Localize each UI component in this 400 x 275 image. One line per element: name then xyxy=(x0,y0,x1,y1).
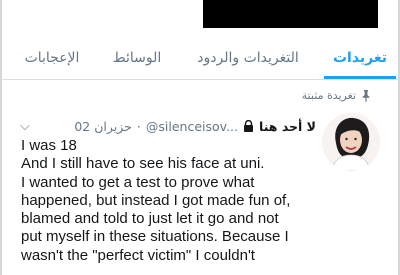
tweet-line: blamed and told to just let it go and no… xyxy=(21,210,279,228)
tab-media[interactable]: الوسائط xyxy=(96,37,178,79)
separator-dot: · xyxy=(136,118,141,134)
tweet-line: put myself in these situations. Because … xyxy=(21,228,289,246)
screenshot-frame: تغريدات التغريدات والردود الوسائط الإعجا… xyxy=(0,0,400,275)
tabs-divider xyxy=(2,79,398,80)
tab-likes[interactable]: الإعجابات xyxy=(8,37,96,79)
tweet-line: happened, but instead I got made fun of, xyxy=(21,191,291,209)
tweet-date[interactable]: 02 حزيران xyxy=(74,119,132,134)
tweet-display-name[interactable]: لا أحد هنا xyxy=(259,119,316,134)
tweet-header: ⌵ 02 حزيران · @silenceisov... لا أحد هنا xyxy=(20,116,316,136)
avatar[interactable] xyxy=(322,113,380,171)
chevron-down-icon[interactable]: ⌵ xyxy=(20,119,30,134)
pinned-label: تغريدة مثبتة xyxy=(301,89,356,102)
tweet-text: I was 18 And I still have to see his fac… xyxy=(21,137,321,265)
avatar-image xyxy=(322,113,380,171)
lock-icon xyxy=(244,120,253,132)
tweet-handle[interactable]: @silenceisov... xyxy=(146,119,238,134)
pinned-tweet-indicator: تغريدة مثبتة xyxy=(302,89,371,102)
pin-icon xyxy=(362,89,370,102)
tweet-line: And I still have to see his face at uni. xyxy=(21,155,265,173)
tab-tweets[interactable]: تغريدات xyxy=(318,37,398,79)
tab-tweets-and-replies[interactable]: التغريدات والردود xyxy=(178,37,318,79)
redaction-bar xyxy=(203,0,378,28)
tweet-line: I wanted to get a test to prove what xyxy=(21,173,255,191)
tweet-line: I was 18 xyxy=(21,137,77,154)
tweet-line: wasn't the "perfect victim" I couldn't xyxy=(21,246,255,264)
profile-tabs: تغريدات التغريدات والردود الوسائط الإعجا… xyxy=(2,37,398,79)
